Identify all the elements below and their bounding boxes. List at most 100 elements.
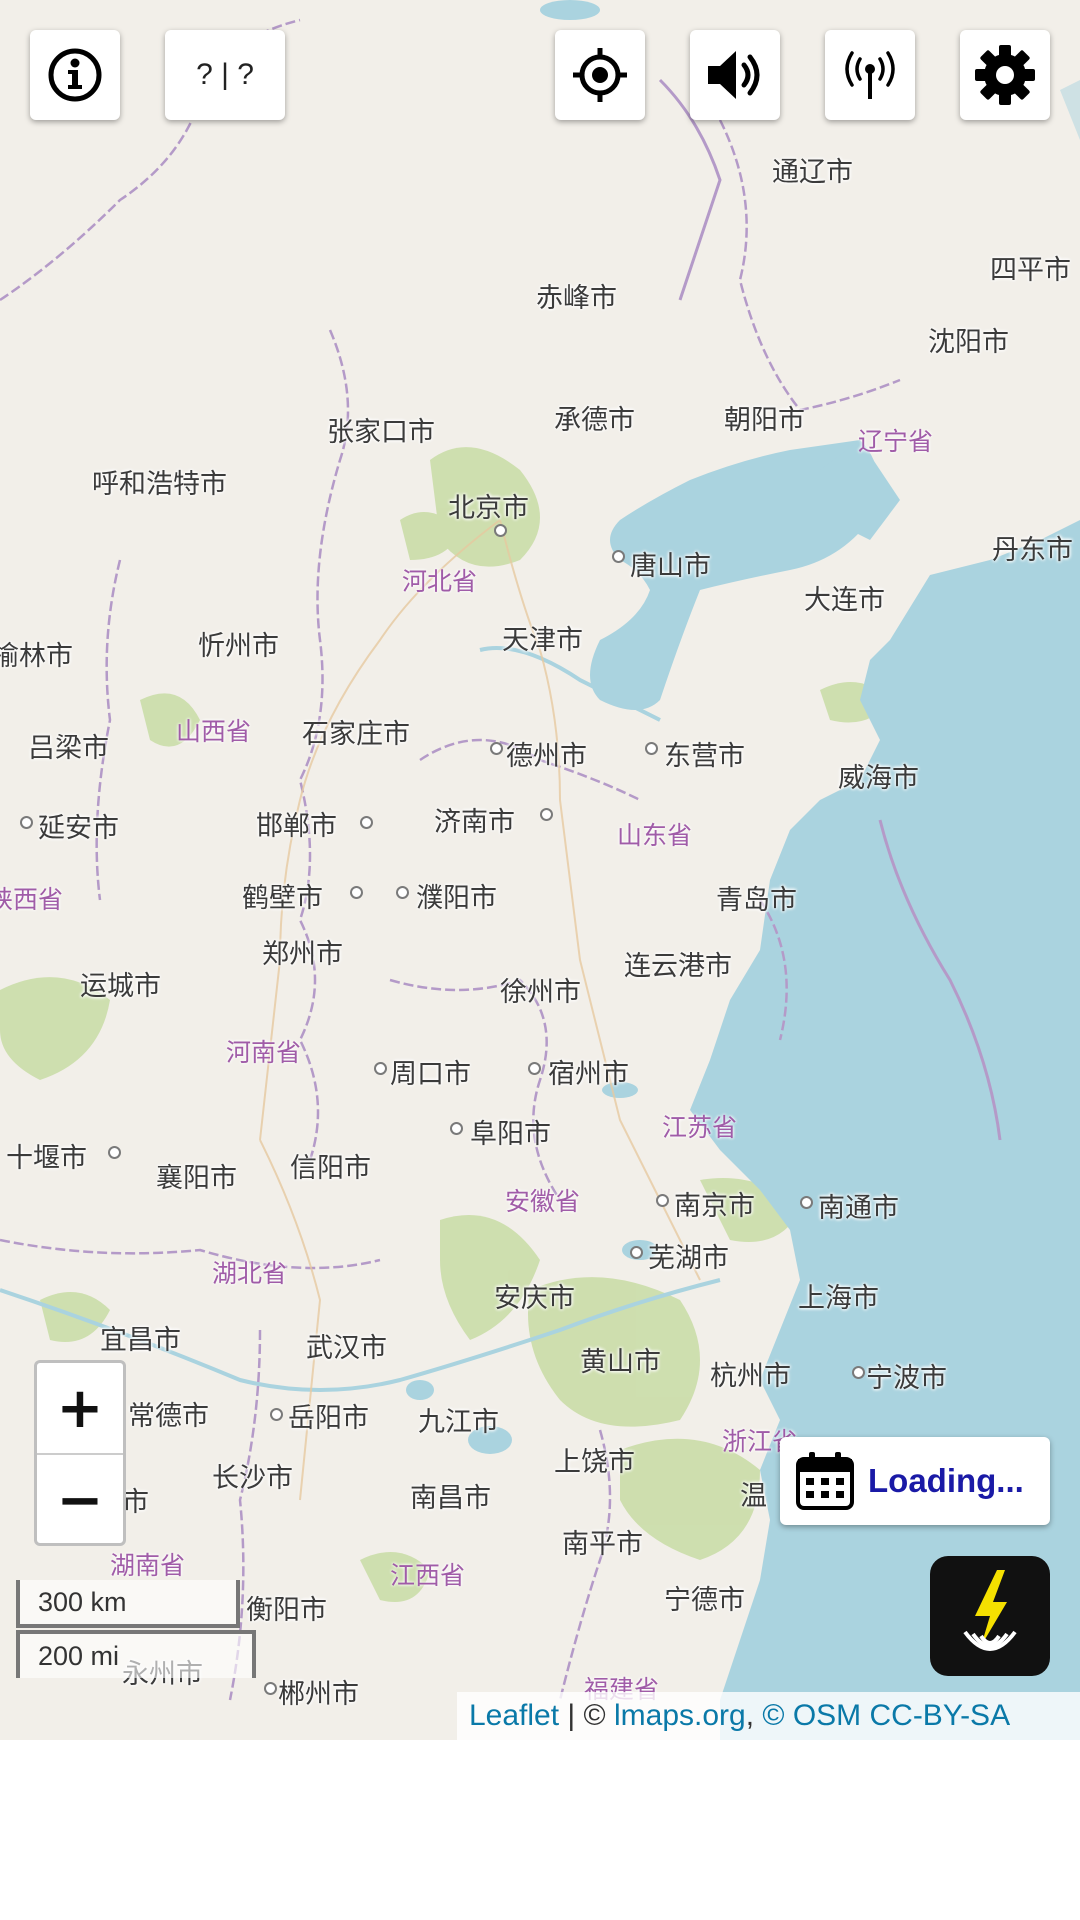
city-label: 宁德市	[664, 1585, 745, 1616]
city-label: 常德市	[128, 1401, 209, 1432]
speaker-icon	[708, 51, 760, 99]
province-label: 湖北省	[212, 1259, 288, 1288]
city-label: 忻州市	[198, 631, 279, 662]
calendar-icon	[796, 1452, 854, 1510]
city-label: 南京市	[674, 1191, 755, 1222]
city-label: 天津市	[502, 625, 583, 656]
city-label: 上饶市	[554, 1447, 635, 1478]
city-dot	[645, 742, 658, 755]
city-dot	[800, 1196, 813, 1209]
lightning-radar-button[interactable]	[930, 1556, 1050, 1676]
info-icon	[48, 48, 102, 102]
crosshair-icon	[573, 48, 627, 102]
city-dot	[270, 1408, 283, 1421]
city-label: 杭州市	[710, 1361, 791, 1392]
city-label: 赤峰市	[536, 283, 617, 314]
city-label: 石家庄市	[302, 719, 410, 750]
city-label: 丹东市	[992, 535, 1073, 566]
province-label: 河南省	[226, 1038, 302, 1067]
city-label: 信阳市	[290, 1153, 371, 1184]
city-dot	[264, 1682, 277, 1695]
leaflet-link[interactable]: Leaflet	[469, 1699, 559, 1732]
calendar-loading-button[interactable]: Loading...	[780, 1437, 1050, 1525]
city-label: 威海市	[838, 763, 919, 794]
osm-link[interactable]: © OSM CC-BY-SA	[762, 1699, 1010, 1732]
city-label: 衡阳市	[246, 1595, 327, 1626]
city-label: 上海市	[798, 1283, 879, 1314]
province-label: 河北省	[402, 567, 478, 596]
city-dot	[494, 524, 507, 537]
city-label: 郴州市	[278, 1679, 359, 1710]
city-label: 襄阳市	[156, 1163, 237, 1194]
city-label: 市	[122, 1487, 149, 1518]
city-dot	[852, 1366, 865, 1379]
city-label: 承德市	[554, 405, 635, 436]
city-label: 德州市	[506, 741, 587, 772]
city-label: 唐山市	[630, 551, 711, 582]
signal-button[interactable]	[825, 30, 915, 120]
gear-icon	[975, 45, 1035, 105]
province-label: 陕西省	[0, 885, 64, 914]
city-label: 武汉市	[306, 1333, 387, 1364]
city-label: 邯郸市	[256, 811, 337, 842]
city-label: 沈阳市	[928, 327, 1009, 358]
attribution-separator: | ©	[559, 1699, 614, 1732]
city-label: 芜湖市	[648, 1243, 729, 1274]
city-dot	[360, 816, 373, 829]
city-dot	[374, 1062, 387, 1075]
city-label: 呼和浩特市	[92, 469, 227, 500]
city-label: 宁波市	[866, 1363, 947, 1394]
map-attribution: Leaflet | © lmaps.org, © OSM CC-BY-SA	[457, 1692, 1080, 1740]
city-label: 大连市	[804, 585, 885, 616]
city-label: 朝阳市	[724, 405, 805, 436]
city-label: 济南市	[434, 807, 515, 838]
city-dot	[396, 886, 409, 899]
settings-button[interactable]	[960, 30, 1050, 120]
city-label: 通辽市	[772, 157, 853, 188]
city-dot	[528, 1062, 541, 1075]
city-label: 周口市	[390, 1059, 471, 1090]
city-dot	[108, 1146, 121, 1159]
city-label: 长沙市	[212, 1463, 293, 1494]
city-dot	[540, 808, 553, 821]
zoom-in-button[interactable]: +	[37, 1363, 123, 1453]
city-label: 榆林市	[0, 641, 73, 672]
city-dot	[490, 742, 503, 755]
zoom-out-button[interactable]: −	[37, 1453, 123, 1545]
city-label: 张家口市	[327, 417, 435, 448]
city-label: 九江市	[418, 1407, 499, 1438]
province-label: 江苏省	[662, 1113, 738, 1142]
city-label: 温	[740, 1481, 767, 1512]
province-label: 安徽省	[505, 1187, 581, 1216]
city-label: 郑州市	[262, 939, 343, 970]
lmaps-link[interactable]: lmaps.org	[614, 1699, 746, 1732]
sound-button[interactable]	[690, 30, 780, 120]
city-label: 南平市	[562, 1529, 643, 1560]
scale-bar-mi: 200 mi	[16, 1630, 256, 1678]
city-label: 岳阳市	[288, 1403, 369, 1434]
bottom-panel	[0, 1740, 1080, 1920]
city-label: 宿州市	[548, 1059, 629, 1090]
attribution-separator: ,	[745, 1699, 763, 1732]
city-label: 东营市	[664, 741, 745, 772]
province-label: 江西省	[390, 1561, 466, 1590]
province-label: 山东省	[617, 821, 693, 850]
city-label: 四平市	[990, 255, 1071, 286]
coordinates-button[interactable]: ? | ?	[165, 30, 285, 120]
city-dot	[630, 1246, 643, 1259]
city-dot	[20, 816, 33, 829]
loading-label: Loading...	[868, 1462, 1024, 1499]
locate-button[interactable]	[555, 30, 645, 120]
city-label: 连云港市	[624, 951, 732, 982]
city-dot	[656, 1194, 669, 1207]
city-label: 北京市	[448, 493, 529, 524]
province-label: 辽宁省	[858, 427, 934, 456]
zoom-control: + −	[34, 1360, 126, 1546]
province-label: 湖南省	[110, 1551, 186, 1580]
city-label: 安庆市	[494, 1283, 575, 1314]
city-label: 延安市	[38, 813, 119, 844]
city-label: 徐州市	[500, 977, 581, 1008]
city-label: 鹤壁市	[242, 883, 323, 914]
info-button[interactable]	[30, 30, 120, 120]
city-dot	[450, 1122, 463, 1135]
